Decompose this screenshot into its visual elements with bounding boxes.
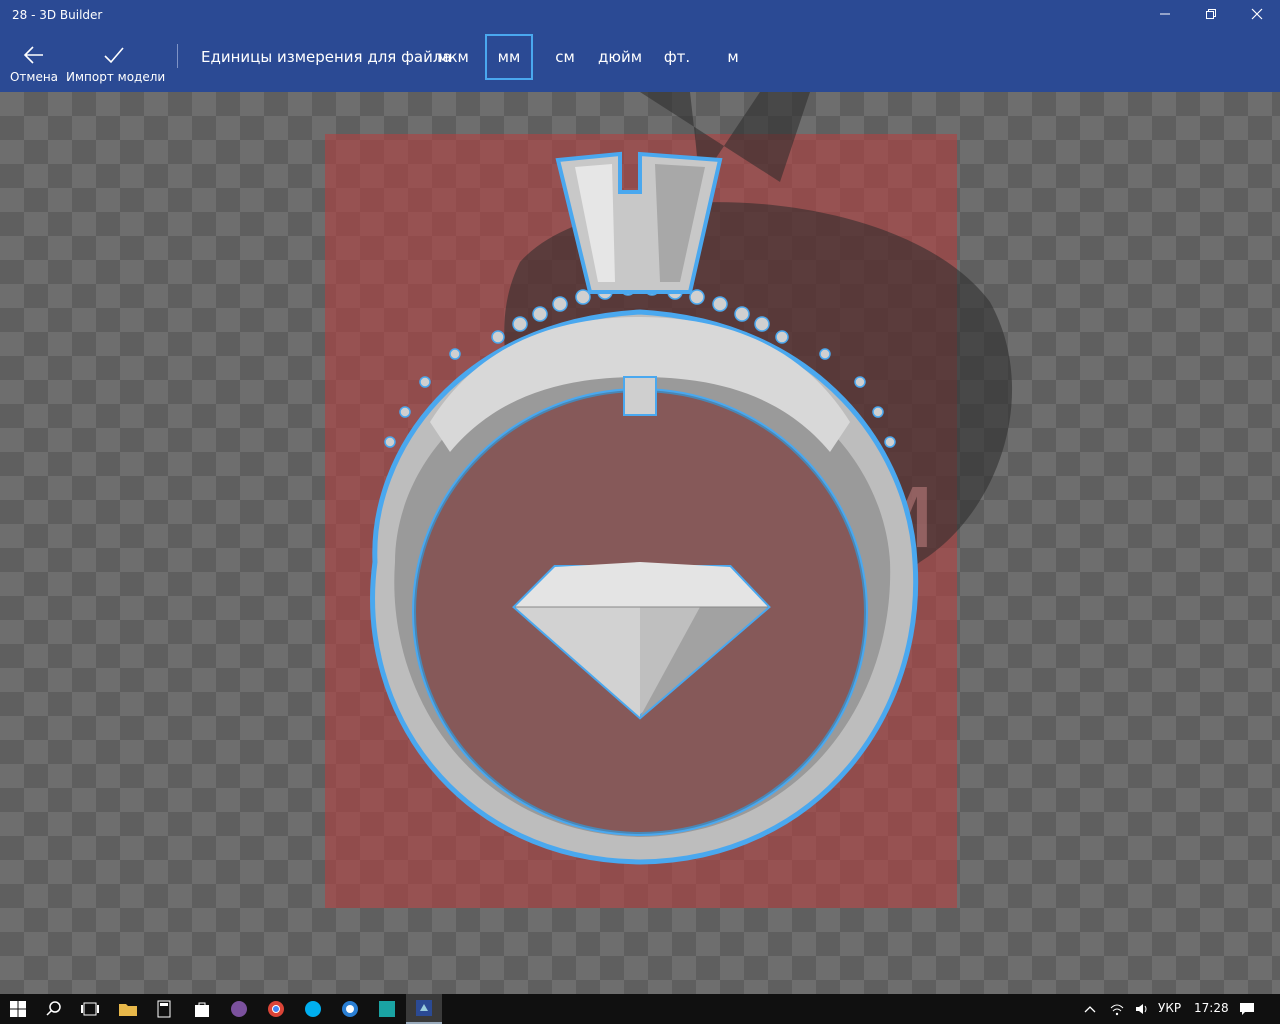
- taskbar-store[interactable]: [184, 994, 220, 1024]
- import-model-label: Импорт модели: [66, 70, 166, 84]
- taskbar-3d-builder[interactable]: [406, 994, 442, 1024]
- app-circle-icon: [342, 1001, 358, 1017]
- 3d-viewport[interactable]: 0 мм: [0, 92, 1280, 994]
- taskbar-skype[interactable]: [295, 994, 331, 1024]
- folder-icon: [119, 1004, 137, 1016]
- show-hidden-icons-button[interactable]: [1076, 994, 1104, 1024]
- back-arrow-icon: [23, 46, 43, 64]
- action-center-button[interactable]: [1232, 994, 1262, 1024]
- taskbar-chrome[interactable]: [258, 994, 294, 1024]
- taskbar-calculator[interactable]: [146, 994, 182, 1024]
- task-view-icon: [81, 1002, 99, 1016]
- store-icon: [195, 1002, 209, 1017]
- import-model-button[interactable]: Импорт модели: [66, 32, 166, 92]
- toolbar-divider: [177, 44, 178, 68]
- checkmark-icon: [104, 47, 124, 64]
- close-icon: [1251, 8, 1263, 20]
- close-button[interactable]: [1234, 0, 1280, 32]
- unit-option-inch[interactable]: дюйм: [596, 34, 644, 80]
- search-icon: [46, 1001, 61, 1016]
- search-button[interactable]: [36, 994, 72, 1024]
- window-title: 28 - 3D Builder: [12, 8, 103, 22]
- taskbar-file-explorer[interactable]: [110, 994, 146, 1024]
- unit-option-centimeter[interactable]: см: [548, 34, 582, 80]
- taskbar-viber[interactable]: [221, 994, 257, 1024]
- cancel-button[interactable]: Отмена: [6, 32, 62, 92]
- import-toolbar: Отмена Импорт модели Единицы измерения д…: [0, 32, 1280, 92]
- viber-icon: [231, 1001, 247, 1017]
- notification-icon: [1240, 1003, 1254, 1015]
- taskbar-app-blue[interactable]: [332, 994, 368, 1024]
- unit-option-millimeter[interactable]: мм: [485, 34, 533, 80]
- cancel-label: Отмена: [9, 70, 59, 84]
- taskbar: УКР 17:28: [0, 994, 1280, 1024]
- minimize-button[interactable]: [1142, 0, 1188, 32]
- network-button[interactable]: [1104, 994, 1130, 1024]
- windows-logo-icon: [10, 1001, 26, 1017]
- start-button[interactable]: [0, 994, 36, 1024]
- wifi-icon: [1110, 1004, 1124, 1016]
- clock[interactable]: 17:28: [1194, 1001, 1229, 1015]
- input-language[interactable]: УКР: [1158, 1001, 1181, 1015]
- unit-option-foot[interactable]: фт.: [660, 34, 694, 80]
- restore-button[interactable]: [1188, 0, 1234, 32]
- unit-option-micrometer[interactable]: мкм: [432, 34, 474, 80]
- units-label: Единицы измерения для файла: [201, 48, 452, 66]
- app-square-icon: [379, 1001, 395, 1017]
- chrome-icon: [268, 1001, 284, 1017]
- title-bar: 28 - 3D Builder: [0, 0, 1280, 32]
- speaker-icon: [1136, 1004, 1147, 1014]
- unit-option-meter[interactable]: м: [720, 34, 746, 80]
- skype-icon: [305, 1001, 321, 1017]
- minimize-icon: [1160, 13, 1170, 15]
- calculator-icon: [157, 1000, 171, 1018]
- task-view-button[interactable]: [72, 994, 108, 1024]
- volume-button[interactable]: [1130, 994, 1156, 1024]
- taskbar-app-teal[interactable]: [369, 994, 405, 1024]
- 3d-builder-icon: [416, 1000, 432, 1016]
- chevron-up-icon: [1084, 1006, 1096, 1013]
- model-preview: 0 мм: [325, 92, 1013, 908]
- restore-icon: [1206, 9, 1216, 19]
